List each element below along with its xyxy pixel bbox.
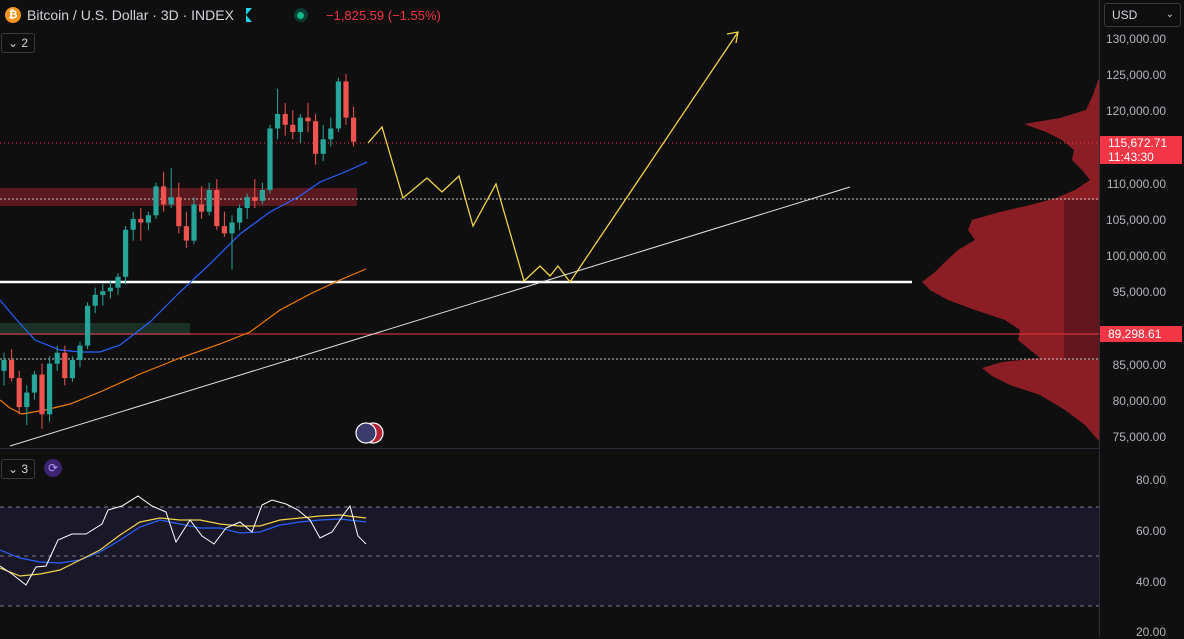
candle (282, 113, 288, 125)
axis-separator (1099, 0, 1100, 637)
rsi-pane-collapse-button[interactable]: ⌄ 3 (1, 459, 36, 479)
pane-separator[interactable] (0, 448, 1100, 449)
candle (145, 215, 151, 223)
projection-path (367, 31, 739, 284)
candle (115, 276, 121, 288)
candle (244, 197, 250, 209)
candle (47, 363, 53, 415)
bar-countdown: 11:43:30 (1100, 150, 1182, 164)
candle (206, 189, 212, 212)
candle (275, 113, 281, 129)
chart-stage[interactable] (0, 0, 1184, 637)
refresh-icon[interactable]: ⟳ (44, 459, 62, 477)
candle (221, 226, 227, 234)
rsi-pane-label: ⌄ 3 (8, 462, 29, 476)
value-area (1064, 200, 1099, 360)
price-tick: 130,000.00 (1105, 32, 1166, 46)
candle (168, 197, 174, 205)
symbol-header: ₿ Bitcoin / U.S. Dollar · 3D · INDEX −1,… (0, 0, 1100, 30)
currency-label: USD (1112, 8, 1138, 22)
candle (92, 294, 98, 306)
candle (335, 81, 341, 129)
price-change: −1,825.59 (−1.55%) (325, 7, 441, 23)
main-pane-label: ⌄ 2 (8, 36, 29, 50)
candle (16, 378, 22, 408)
price-tick: 125,000.00 (1105, 68, 1166, 82)
candle (1, 360, 7, 371)
candle (305, 117, 311, 122)
candle (259, 189, 265, 201)
symbol-title[interactable]: Bitcoin / U.S. Dollar · 3D · INDEX (27, 7, 234, 23)
candle (31, 374, 37, 393)
candle (313, 121, 319, 154)
rsi-band-area (0, 507, 1099, 606)
price-tick: 110,000.00 (1106, 177, 1166, 191)
candle (252, 197, 258, 201)
candle (214, 189, 220, 227)
candle (343, 81, 349, 118)
candle (297, 117, 303, 133)
candle (130, 218, 136, 230)
price-tick: 95,000.00 (1112, 285, 1166, 299)
candle (54, 352, 60, 364)
candle (229, 222, 235, 234)
price-tick: 75,000.00 (1112, 430, 1166, 444)
candle (183, 226, 189, 241)
candle (85, 305, 91, 346)
candle (123, 229, 129, 277)
candle (176, 197, 182, 227)
candle (267, 128, 273, 190)
candle (77, 345, 83, 361)
candle (328, 128, 334, 140)
us-flag-events-icon (355, 422, 377, 444)
candle (161, 186, 167, 205)
candle (138, 218, 144, 223)
candle (237, 208, 243, 223)
chevron-down-icon: ⌄ (1165, 9, 1174, 20)
rsi-tick: 80.00 (1135, 473, 1166, 487)
currency-select[interactable]: USD ⌄ (1104, 3, 1181, 27)
current-price-label: 115,672.71 (1100, 136, 1182, 150)
bitcoin-logo-icon: ₿ (5, 7, 21, 23)
candle (69, 360, 75, 379)
candle (24, 392, 30, 408)
price-tick: 105,000.00 (1105, 213, 1166, 227)
candle (107, 287, 113, 292)
price-tick: 80,000.00 (1112, 394, 1166, 408)
candle (290, 124, 296, 133)
candle (153, 186, 159, 216)
price-tick: 120,000.00 (1105, 104, 1166, 118)
candle (100, 291, 106, 295)
flag-icon[interactable] (245, 8, 252, 22)
candle (62, 352, 68, 379)
candle (351, 117, 357, 142)
candle (320, 139, 326, 154)
candle (191, 204, 197, 241)
rsi-tick: 60.00 (1135, 524, 1166, 538)
trend-line (9, 186, 851, 447)
candle (199, 204, 205, 212)
price-chart[interactable] (0, 0, 1184, 637)
candle (9, 360, 15, 379)
level-price-label: 89,298.61 (1100, 326, 1182, 342)
rsi-tick: 40.00 (1135, 575, 1166, 589)
market-open-dot-icon[interactable] (293, 8, 308, 22)
price-tick: 100,000.00 (1105, 249, 1166, 263)
main-pane-collapse-button[interactable]: ⌄ 2 (1, 33, 36, 53)
price-tick: 85,000.00 (1112, 358, 1166, 372)
candle (39, 374, 45, 415)
